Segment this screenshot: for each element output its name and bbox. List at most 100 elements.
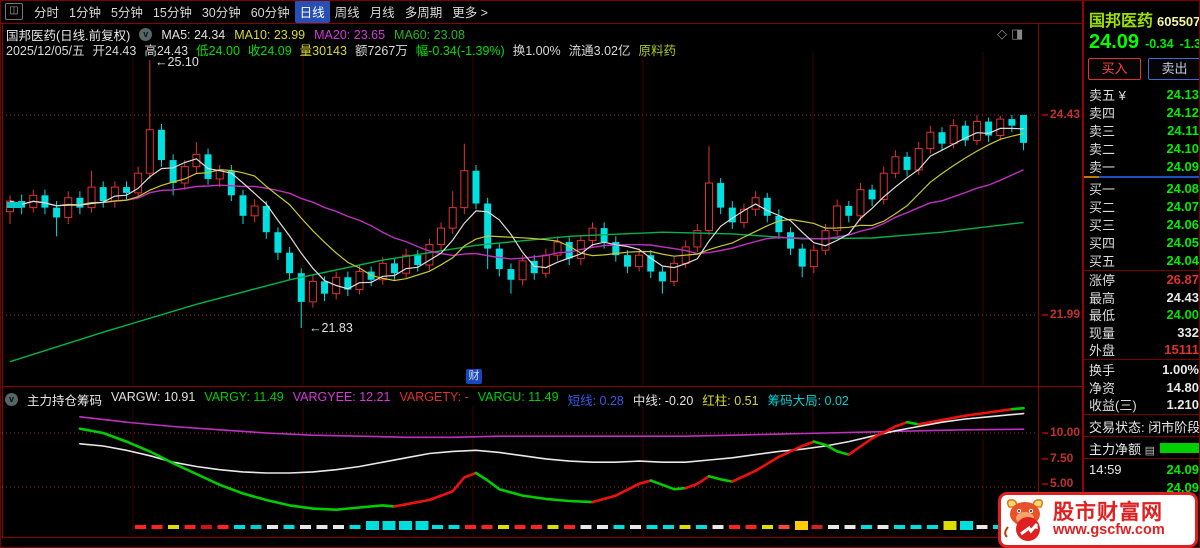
period-tab-5分钟[interactable]: 5分钟 [106, 0, 148, 23]
bull-icon [1001, 497, 1051, 543]
price-marker-tag [7, 202, 22, 208]
level-row[interactable]: 卖二 24.10 [1084, 140, 1200, 158]
axis-label: 10.00 [1042, 425, 1080, 439]
axis-label: 21.99 [1042, 307, 1080, 321]
indicator-name: 主力持仓筹码 [27, 390, 102, 409]
logo-title: 股市财富网 [1053, 502, 1165, 523]
level-label: 买一 [1089, 179, 1115, 198]
level-row[interactable]: 卖三 24.11 [1084, 121, 1200, 139]
quote-info-item: 幅-0.34(-1.39%) [416, 40, 505, 59]
indicator-value: VARGY: 11.49 [204, 390, 283, 409]
period-tab-多周期[interactable]: 多周期 [400, 0, 448, 23]
level-price: 24.04 [1166, 253, 1199, 268]
level-price: 24.06 [1166, 217, 1199, 232]
level-label: 买五 [1089, 251, 1115, 270]
period-tab-月线[interactable]: 月线 [365, 0, 400, 23]
tick-time: 14:59 [1089, 462, 1122, 477]
stat-label: 净资 [1089, 378, 1115, 397]
stat-label: 最低 [1089, 305, 1115, 324]
level-price: 24.10 [1166, 141, 1199, 156]
level-row[interactable]: 买二 24.07 [1084, 197, 1200, 215]
tick-row: 14:59 24.09 [1084, 460, 1200, 478]
quote-info-item: 开24.43 [93, 40, 137, 59]
diamond-icon[interactable]: ◇ [997, 26, 1011, 41]
level-row[interactable]: 卖一24.09 [1084, 158, 1200, 176]
stat-value: 24.00 [1166, 307, 1199, 322]
level-row[interactable]: 卖五 ¥24.13 [1084, 85, 1200, 103]
logo-url: www.gscfw.com [1053, 523, 1165, 538]
list-icon[interactable]: ▤ [1145, 445, 1155, 457]
level-row[interactable]: 买五 24.04 [1084, 252, 1200, 270]
stat-value: 14.80 [1166, 380, 1199, 395]
indicator-value: 短线: 0.28 [568, 390, 624, 409]
stat-label: 外盘 [1089, 340, 1115, 359]
period-tab-分时[interactable]: 分时 [29, 0, 64, 23]
level-price: 24.11 [1167, 123, 1199, 138]
level-row[interactable]: 买四 24.05 [1084, 234, 1200, 252]
level-label: 买二 [1089, 197, 1115, 216]
indicator-value: VARGW: 10.91 [111, 390, 195, 409]
period-toolbar: ◫ 分时1分钟5分钟15分钟30分钟60分钟日线周线月线多周期更多 > [0, 0, 1081, 24]
window-icon[interactable]: ◫ [5, 3, 23, 20]
quote-stats-2: 换手1.00%净资14.80收益(三)1.210 [1084, 361, 1200, 414]
stat-label: 换手 [1089, 360, 1115, 379]
period-tabs: 分时1分钟5分钟15分钟30分钟60分钟日线周线月线多周期更多 > [29, 0, 493, 23]
level-row[interactable]: 卖四 24.12 [1084, 103, 1200, 121]
level-price: 24.05 [1166, 235, 1199, 250]
stat-label: 现量 [1089, 323, 1115, 342]
level-label: 买四 [1089, 233, 1115, 252]
stat-label: 收益(三) [1089, 395, 1137, 414]
period-tab-更多 >[interactable]: 更多 > [447, 0, 493, 23]
main-flow-label: 主力净额 ▤ [1089, 439, 1155, 458]
price-change-pct: -1.39% [1180, 37, 1200, 51]
quote-info-item: 2025/12/05/五 [6, 40, 85, 59]
split-window-icon[interactable]: ◨ [1011, 26, 1027, 41]
indicator-values: VARGW: 10.91 VARGY: 11.49 VARGYEE: 12.21 VA… [111, 390, 849, 409]
stat-value: 1.00% [1162, 362, 1199, 377]
period-tab-1分钟[interactable]: 1分钟 [64, 0, 106, 23]
stat-row: 外盘15111 [1084, 341, 1200, 359]
sell-button[interactable]: 卖出 [1148, 58, 1200, 80]
indicator-value: VARGETY: - [400, 390, 469, 409]
stock-name: 国邦医药 [1089, 13, 1153, 30]
quote-title: 国邦医药 605507 [1089, 7, 1200, 31]
last-price: 24.09 [1089, 31, 1139, 54]
level-label: 卖三 [1089, 121, 1115, 140]
level-label: 卖一 [1089, 157, 1115, 176]
indicator-chart[interactable] [2, 406, 1038, 536]
period-tab-30分钟[interactable]: 30分钟 [197, 0, 246, 23]
indicator-value: VARGU: 11.49 [478, 390, 559, 409]
level-row[interactable]: 买三24.06 [1084, 215, 1200, 233]
level-price: 24.08 [1166, 181, 1199, 196]
level-row[interactable]: 买一 24.08 [1084, 179, 1200, 197]
level-label: 卖四 [1089, 103, 1115, 122]
main-chart[interactable] [2, 52, 1038, 386]
indicator-header: v 主力持仓筹码 VARGW: 10.91 VARGY: 11.49 VARGYEE… [5, 390, 849, 409]
tick-price: 24.09 [1166, 462, 1199, 477]
axis-label: 7.50 [1042, 451, 1073, 465]
level-price: 24.12 [1166, 105, 1199, 120]
level-label: 卖五 ¥ [1089, 85, 1126, 104]
quote-info-item: 额7267万 [355, 40, 408, 59]
quote-info-item: 低24.00 [196, 40, 240, 59]
stat-label: 最高 [1089, 288, 1115, 307]
level-price: 24.07 [1166, 199, 1199, 214]
site-logo: 股市财富网 www.gscfw.com [998, 492, 1198, 548]
period-tab-日线[interactable]: 日线 [295, 0, 330, 23]
trade-buttons: 买入 卖出 [1088, 58, 1200, 80]
stat-row: 现量332 [1084, 324, 1200, 342]
period-tab-15分钟[interactable]: 15分钟 [148, 0, 197, 23]
chart-corner-icons[interactable]: ◇◨ [997, 26, 1027, 42]
buy-levels: 买一 24.08 买二 24.07买三24.06买四 24.05 买五 24.04 [1084, 179, 1200, 270]
indicator-value: VARGYEE: 12.21 [293, 390, 391, 409]
chevron-down-icon[interactable]: v [5, 393, 18, 406]
level-label: 卖二 [1089, 139, 1115, 158]
stat-row: 最高24.43 [1084, 289, 1200, 307]
divider-middle [2, 386, 1082, 387]
divider-bottom [2, 537, 1082, 538]
period-tab-60分钟[interactable]: 60分钟 [246, 0, 295, 23]
buy-button[interactable]: 买入 [1088, 58, 1141, 80]
stock-code: 605507 [1157, 14, 1200, 29]
period-tab-周线[interactable]: 周线 [330, 0, 365, 23]
axis-label: 24.43 [1042, 107, 1080, 121]
